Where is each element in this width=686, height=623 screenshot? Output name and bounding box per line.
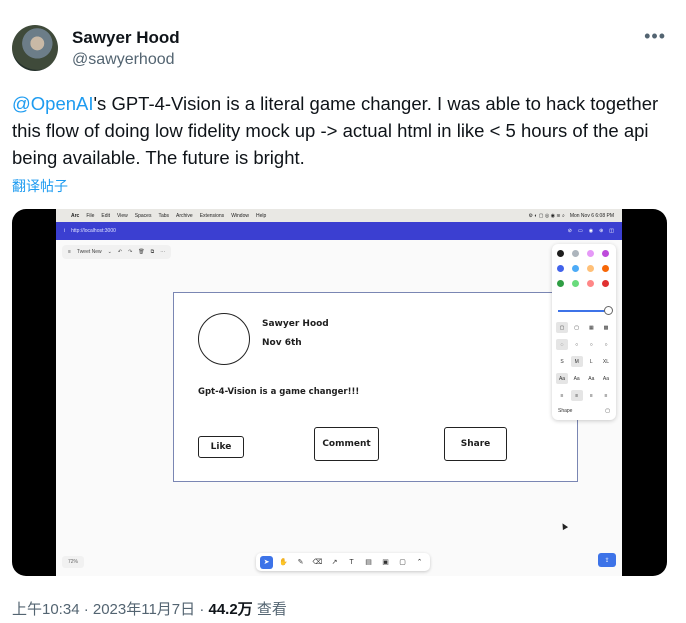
dash-row: ◌ ○ ○ ○ (556, 339, 612, 350)
translate-link[interactable]: 翻译帖子 (12, 176, 68, 196)
mockup-like-button: Like (198, 436, 244, 458)
zoom-level: 72% (62, 556, 85, 568)
mockup-comment-button: Comment (314, 427, 379, 461)
color-swatch (587, 265, 594, 272)
color-swatch (602, 280, 609, 287)
mockup-date: Nov 6th (262, 338, 302, 348)
style-panel: ▢ ▢ ▦ ▩ ◌ ○ ○ ○ S M L XL Aa Aa Aa Aa ≡ ≡ ≡ ≡ Shap… (552, 244, 616, 420)
menu-item: Help (255, 212, 267, 219)
hand-tool-icon: ✋ (279, 559, 288, 566)
draw-tool-icon: ✎ (297, 559, 304, 566)
color-swatch (557, 265, 564, 272)
shape-row: Shape ▢ (558, 408, 610, 414)
menubar-status: ⚙ ◐ ▢ ◎ ◉ ≋ ⌕ Mon Nov 6 6:08 PM (529, 213, 614, 219)
address-url: http://localhost:3000 (71, 228, 116, 234)
shape-label: Shape (558, 408, 573, 414)
tool-bar: ➤ ✋ ✎ ⌫ ↗ T ▤ ▣ ▢ ⌃ (256, 553, 430, 571)
tweet-timestamp[interactable]: 上午10:34 · 2023年11月7日 · (12, 601, 208, 618)
color-swatch (572, 250, 579, 257)
menu-icon: ≡ (68, 249, 71, 255)
tweet-body: 's GPT-4-Vision is a literal game change… (12, 93, 659, 168)
color-swatch (587, 280, 594, 287)
text-tool-icon: T (349, 558, 354, 566)
shape-icon: ▢ (605, 408, 610, 414)
chevron-down-icon: ⌄ (107, 249, 112, 255)
mockup-text: Gpt-4-Vision is a game changer!!! (198, 387, 360, 397)
info-icon: i (64, 228, 66, 234)
font-option: Aa (602, 375, 610, 382)
size-m: M (570, 356, 583, 367)
share-icon: ⇪ (598, 553, 616, 567)
opacity-slider-knob (604, 306, 613, 315)
menu-item: Window (231, 212, 249, 219)
menu-item: Extensions (199, 212, 225, 219)
size-row: S M L XL (556, 356, 612, 367)
color-swatches (557, 250, 610, 287)
align-row: ≡ ≡ ≡ ≡ (556, 390, 612, 401)
fill-row: ▢ ▢ ▦ ▩ (556, 322, 612, 333)
menu-item: File (86, 212, 95, 219)
size-xl: XL (602, 358, 610, 365)
author-handle[interactable]: @sawyerhood (72, 51, 175, 69)
rectangle-tool-icon: ▢ (399, 559, 406, 566)
avatar[interactable] (12, 25, 58, 71)
tweet-meta: 上午10:34 · 2023年11月7日 · 44.2万 查看 (12, 598, 287, 619)
undo-icon: ↶ (117, 249, 123, 255)
document-menu: ≡ Tweet New ⌄ ↶ ↷ 🗑 ⧉ ⋯ (62, 245, 172, 259)
menu-item: Spaces (134, 212, 152, 219)
more-options-icon[interactable]: ••• (644, 26, 666, 47)
drawing-canvas: ≡ Tweet New ⌄ ↶ ↷ 🗑 ⧉ ⋯ Sawyer Hood Nov … (56, 240, 622, 576)
mockup-name: Sawyer Hood (262, 319, 329, 329)
color-swatch (587, 250, 594, 257)
mention-link[interactable]: @OpenAI (12, 93, 94, 114)
more-icon: ⋯ (160, 249, 166, 255)
view-count: 44.2万 (208, 601, 253, 618)
image-tool-icon: ▣ (382, 559, 389, 566)
redo-icon: ↷ (128, 249, 133, 255)
menu-item: Archive (176, 212, 193, 219)
author-name[interactable]: Sawyer Hood (72, 28, 180, 48)
menu-item-app: Arc (71, 212, 80, 219)
font-option: Aa (573, 375, 580, 382)
note-tool-icon: ▤ (365, 559, 372, 566)
color-swatch (602, 265, 609, 272)
mouse-cursor-icon (559, 521, 569, 531)
font-row: Aa Aa Aa Aa (556, 373, 612, 384)
color-swatch (602, 250, 609, 257)
mac-menubar: Arc File Edit View Spaces Tabs Archive E… (56, 209, 622, 222)
tweet-text: @OpenAI's GPT-4-Vision is a literal game… (12, 90, 672, 171)
size-s: S (560, 358, 564, 365)
color-swatch (557, 250, 564, 257)
menu-item: Edit (101, 212, 111, 219)
chevron-up-icon: ⌃ (416, 559, 423, 566)
menu-item: Tabs (158, 212, 170, 219)
color-swatch (572, 265, 579, 272)
font-option: Aa (556, 373, 568, 384)
views-label: 查看 (252, 601, 287, 618)
menu-item: View (117, 212, 128, 219)
trash-icon: 🗑 (138, 249, 145, 255)
menubar-clock: Mon Nov 6 6:08 PM (569, 212, 614, 219)
mockup-share-button: Share (444, 427, 507, 461)
browser-icons: ⊘ ▭ ◉ ⊕ ◫ (567, 228, 614, 234)
mockup-frame: Sawyer Hood Nov 6th Gpt-4-Vision is a ga… (173, 292, 578, 482)
arrow-tool-icon: ↗ (331, 559, 338, 566)
duplicate-icon: ⧉ (150, 249, 155, 255)
color-swatch (557, 280, 564, 287)
opacity-slider (558, 310, 608, 312)
eraser-tool-icon: ⌫ (312, 559, 323, 566)
font-option: Aa (588, 375, 595, 382)
select-tool-icon: ➤ (260, 555, 273, 569)
embedded-screenshot: Arc File Edit View Spaces Tabs Archive E… (56, 209, 622, 576)
browser-address-bar: i http://localhost:3000 ⊘ ▭ ◉ ⊕ ◫ (56, 222, 622, 240)
color-swatch (572, 280, 579, 287)
size-l: L (589, 358, 593, 365)
media-video[interactable]: Arc File Edit View Spaces Tabs Archive E… (12, 209, 667, 576)
status-icons: ⚙ ◐ ▢ ◎ ◉ ≋ ⌕ (528, 212, 565, 219)
document-name: Tweet New (76, 249, 102, 255)
mockup-avatar (198, 313, 250, 365)
